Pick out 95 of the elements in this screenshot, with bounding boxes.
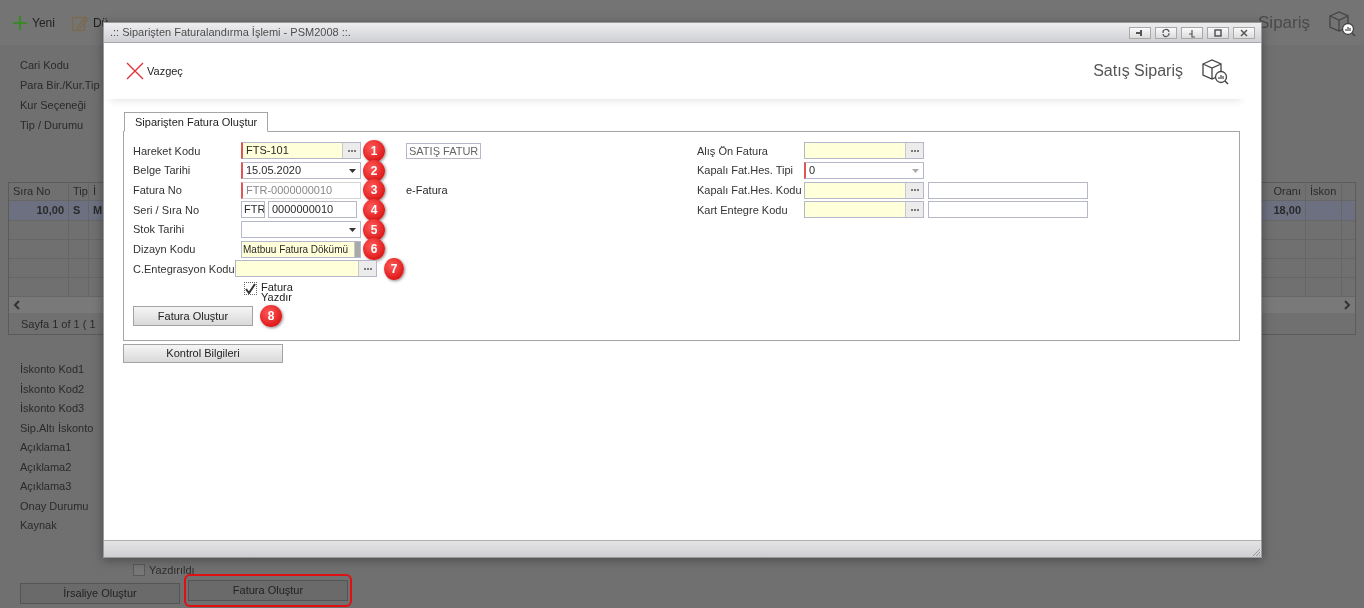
lookup-field[interactable] [804, 142, 924, 160]
checkbox-label: Yazdırıldı [149, 562, 195, 578]
e-invoice-label: e-Fatura [406, 182, 448, 198]
step-badge: 6 [363, 238, 385, 261]
field-label: Sip.Altı İskonto [20, 420, 94, 436]
field-label: Dizayn Kodu [133, 242, 197, 258]
field-label: Fatura No [133, 182, 183, 198]
table-cell: 18,00 [1273, 204, 1301, 216]
check-icon [245, 282, 256, 294]
field-label: Onay Durumu [20, 498, 89, 514]
column-header: Sıra No [13, 185, 51, 197]
lookup-button[interactable] [905, 202, 923, 218]
lookup-field[interactable] [804, 201, 924, 219]
lookup-button[interactable] [905, 182, 923, 198]
pager-text: Sayfa 1 of 1 ( 1 [21, 318, 96, 330]
lookup-field[interactable] [234, 260, 378, 278]
step-badge: 4 [363, 198, 385, 221]
field-label: C.Entegrasyon Kodu [133, 261, 235, 277]
cancel-button[interactable]: Vazgeç [126, 62, 183, 80]
field-label: Kur Seçeneği [20, 98, 87, 113]
field-label: İskonto Kod1 [20, 362, 85, 377]
lookup-field[interactable]: FTS-101 [241, 142, 361, 160]
dots-icon [909, 148, 920, 153]
chevron-right-icon[interactable] [1343, 300, 1351, 310]
close-button[interactable] [1233, 26, 1255, 39]
tab[interactable]: Siparişten Fatura Oluştur [124, 112, 269, 132]
series-field[interactable]: FTR [241, 201, 265, 219]
caret-down-icon [348, 168, 356, 173]
table-cell: S [73, 204, 81, 216]
plus-icon [12, 14, 28, 31]
field-label: Kapalı Fat.Hes. Tipi [697, 163, 794, 179]
field-label: İskonto Kod2 [20, 381, 85, 397]
pin-button[interactable] [1129, 26, 1151, 39]
checkbox[interactable] [133, 563, 145, 576]
column-header: İ [93, 185, 97, 197]
lookup-button[interactable] [342, 143, 360, 159]
table-cell: 10,00 [36, 204, 64, 216]
dots-icon [909, 207, 920, 212]
window-title: .:: Siparişten Faturalandırma İşlemi - PSM2008 ::. [110, 25, 351, 41]
close-icon [1238, 27, 1250, 38]
lookup-button[interactable] [358, 261, 377, 277]
control-info-button[interactable]: Kontrol Bilgileri [123, 344, 283, 363]
checkbox-label: Fatura Yazdır [261, 281, 294, 302]
refresh-icon [1160, 27, 1172, 38]
field-label: İskonto Kod3 [20, 401, 85, 416]
step-badge: 8 [260, 304, 282, 327]
column-header: Tip [73, 185, 88, 197]
field-label: Tip / Durumu [20, 118, 84, 133]
step-badge: 1 [363, 139, 385, 162]
date-field[interactable] [241, 221, 361, 239]
field-label: Seri / Sıra No [133, 202, 201, 218]
module-title: Satış Sipariş [1093, 61, 1183, 81]
collapse-button[interactable] [1181, 26, 1203, 39]
field-label: Açıklama2 [20, 459, 72, 475]
field-label: Açıklama3 [20, 479, 72, 494]
date-field[interactable]: 15.05.2020 [241, 162, 361, 180]
refresh-button[interactable] [1155, 26, 1177, 39]
caret-down-icon [348, 227, 356, 232]
field-label: Kaynak [20, 518, 57, 533]
caret-down-icon [911, 168, 919, 173]
text-field[interactable] [928, 201, 1088, 219]
invoice-type-field[interactable]: SATIŞ FATUR [406, 142, 482, 159]
step-badge: 3 [363, 179, 385, 202]
maximize-button[interactable] [1207, 26, 1229, 39]
checkbox[interactable] [244, 281, 257, 295]
chevron-left-icon[interactable] [13, 300, 21, 310]
create-invoice-button[interactable]: Fatura Oluştur [133, 305, 253, 326]
field-label: Alış Ön Fatura [697, 143, 769, 159]
field-label: Kart Entegre Kodu [697, 202, 789, 218]
collapse-icon [1186, 27, 1198, 38]
column-header: Oranı [1273, 185, 1301, 197]
step-badge: 7 [384, 257, 404, 280]
lookup-field[interactable] [804, 181, 924, 199]
close-icon [126, 62, 144, 80]
step-badge: 2 [363, 159, 385, 182]
field-label: Belge Tarihi [133, 163, 192, 179]
text-field[interactable] [928, 181, 1088, 199]
step-badge: 5 [363, 218, 385, 241]
field-label: Hareket Kodu [133, 143, 202, 159]
maximize-icon [1212, 27, 1224, 38]
dots-icon [346, 148, 357, 153]
dots-icon [909, 188, 920, 193]
field-label: Kapalı Fat.Hes. Kodu [697, 182, 803, 198]
field-label: Para Bir./Kur.Tip [20, 78, 100, 93]
table-cell: M [93, 204, 103, 216]
number-field[interactable]: 0000000010 [268, 201, 357, 219]
field-label: Cari Kodu [20, 58, 69, 73]
dots-icon [362, 266, 373, 271]
resize-grip-icon[interactable] [1251, 547, 1261, 557]
field-label: Stok Tarihi [133, 222, 186, 238]
lookup-field[interactable]: Matbuu Fatura Dökümü [241, 240, 361, 258]
field-label: Açıklama1 [20, 440, 72, 455]
lookup-button[interactable] [905, 143, 923, 159]
column-header: İskon [1310, 185, 1337, 197]
dropdown-field[interactable]: 0 [804, 162, 924, 180]
